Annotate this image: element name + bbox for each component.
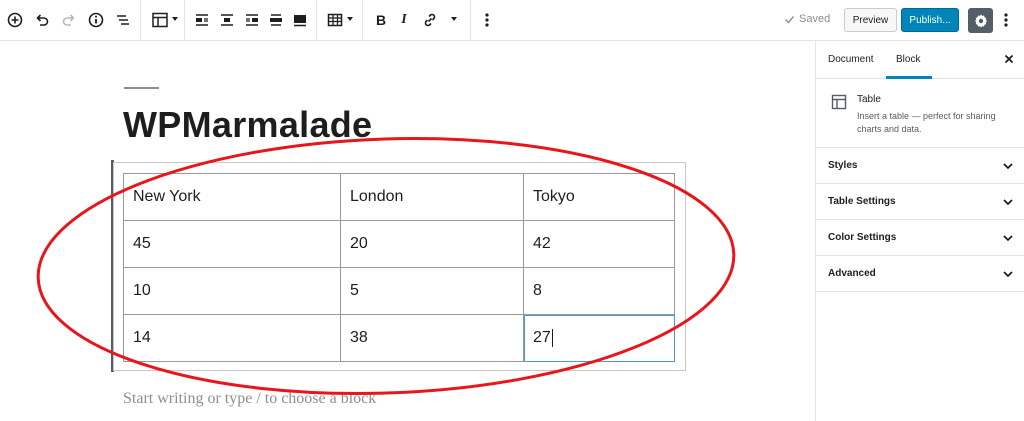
text-cursor (551, 328, 553, 347)
wide-width-icon[interactable] (264, 8, 288, 32)
settings-button[interactable] (968, 8, 993, 33)
table-cell[interactable]: 45 (123, 220, 341, 268)
toolbar-divider (184, 0, 185, 40)
editor-toolbar: B I Saved Preview Publish... (0, 0, 1024, 41)
toolbar-divider (470, 0, 471, 40)
align-left-icon[interactable] (190, 8, 214, 32)
table-cell-text: 10 (133, 282, 151, 299)
table-cell[interactable]: New York (123, 173, 341, 221)
editor-canvas: WPMarmalade New York London Tokyo 45 20 42 10 5… (0, 41, 815, 421)
table-cell[interactable]: 5 (340, 267, 524, 315)
table-cell[interactable]: Tokyo (523, 173, 675, 221)
chevron-down-icon (1003, 199, 1013, 206)
table-cell-text: 42 (533, 235, 551, 252)
full-width-icon[interactable] (288, 8, 312, 32)
table-cell-text: London (350, 188, 404, 205)
table-cell[interactable]: 10 (123, 267, 341, 315)
publish-button[interactable]: Publish... (901, 8, 959, 32)
tab-block[interactable]: Block (896, 54, 920, 65)
edit-table-icon[interactable] (323, 8, 347, 32)
preview-button[interactable]: Preview (844, 8, 897, 32)
table-cell-text: 27 (533, 329, 551, 347)
table-cell-text: 38 (350, 329, 368, 346)
table-cell-text: 5 (350, 282, 359, 299)
table-cell[interactable]: 42 (523, 220, 675, 268)
info-icon[interactable] (84, 8, 108, 32)
title-separator (124, 87, 159, 89)
toolbar-divider (140, 0, 141, 40)
table-row: New York London Tokyo (123, 173, 675, 221)
italic-icon[interactable]: I (392, 8, 416, 32)
table-cell-text: 14 (133, 329, 151, 346)
table-cell[interactable]: 27 (523, 314, 675, 362)
more-options-icon[interactable] (475, 8, 499, 32)
table-row: 45 20 42 (123, 220, 675, 268)
panel-label: Table Settings (828, 196, 896, 207)
chevron-down-icon[interactable] (172, 17, 178, 21)
data-table: New York London Tokyo 45 20 42 10 5 8 14 38 27 (123, 173, 675, 362)
post-title[interactable]: WPMarmalade (123, 104, 372, 146)
panel-label: Color Settings (828, 232, 897, 243)
toolbar-divider (316, 0, 317, 40)
panel-advanced[interactable]: Advanced (816, 256, 1024, 292)
undo-icon[interactable] (30, 8, 54, 32)
table-cell-text: 20 (350, 235, 368, 252)
more-rich-text-icon[interactable] (451, 17, 457, 21)
toolbar-divider (362, 0, 363, 40)
table-cell[interactable]: 8 (523, 267, 675, 315)
table-cell[interactable]: 38 (340, 314, 524, 362)
table-cell-text: 45 (133, 235, 151, 252)
check-icon (785, 15, 795, 24)
panel-color-settings[interactable]: Color Settings (816, 220, 1024, 256)
table-cell-text: 8 (533, 282, 542, 299)
block-navigation-icon[interactable] (111, 8, 135, 32)
block-card-title: Table (857, 94, 881, 105)
bold-icon[interactable]: B (369, 8, 393, 32)
tab-document[interactable]: Document (828, 54, 874, 65)
table-cell-text: Tokyo (533, 188, 575, 205)
settings-sidebar: Document Block Table Insert a table — pe… (815, 41, 1024, 421)
panel-styles[interactable]: Styles (816, 148, 1024, 184)
saved-status: Saved (784, 13, 830, 25)
gear-icon (974, 14, 987, 27)
add-block-icon[interactable] (3, 8, 27, 32)
align-center-icon[interactable] (215, 8, 239, 32)
table-icon[interactable] (148, 8, 172, 32)
sidebar-tabs: Document Block (816, 41, 1024, 79)
panel-label: Styles (828, 160, 858, 171)
chevron-down-icon[interactable] (347, 17, 353, 21)
redo-icon[interactable] (57, 8, 81, 32)
table-cell[interactable]: 20 (340, 220, 524, 268)
chevron-down-icon (1003, 235, 1013, 242)
table-row: 14 38 27 (123, 314, 675, 362)
more-menu-icon[interactable] (998, 8, 1014, 32)
table-cell[interactable]: 14 (123, 314, 341, 362)
panel-label: Advanced (828, 268, 876, 279)
table-cell[interactable]: London (340, 173, 524, 221)
saved-label: Saved (799, 13, 831, 25)
panel-table-settings[interactable]: Table Settings (816, 184, 1024, 220)
table-cell-text: New York (133, 188, 201, 205)
block-card-description: Insert a table — perfect for sharing cha… (857, 111, 996, 134)
align-right-icon[interactable] (240, 8, 264, 32)
chevron-down-icon (1003, 271, 1013, 278)
close-icon[interactable] (1001, 51, 1017, 67)
link-icon[interactable] (418, 8, 442, 32)
chevron-down-icon (1003, 163, 1013, 170)
table-row: 10 5 8 (123, 267, 675, 315)
block-appender-placeholder[interactable]: Start writing or type / to choose a bloc… (123, 390, 376, 408)
table-icon (831, 94, 847, 115)
